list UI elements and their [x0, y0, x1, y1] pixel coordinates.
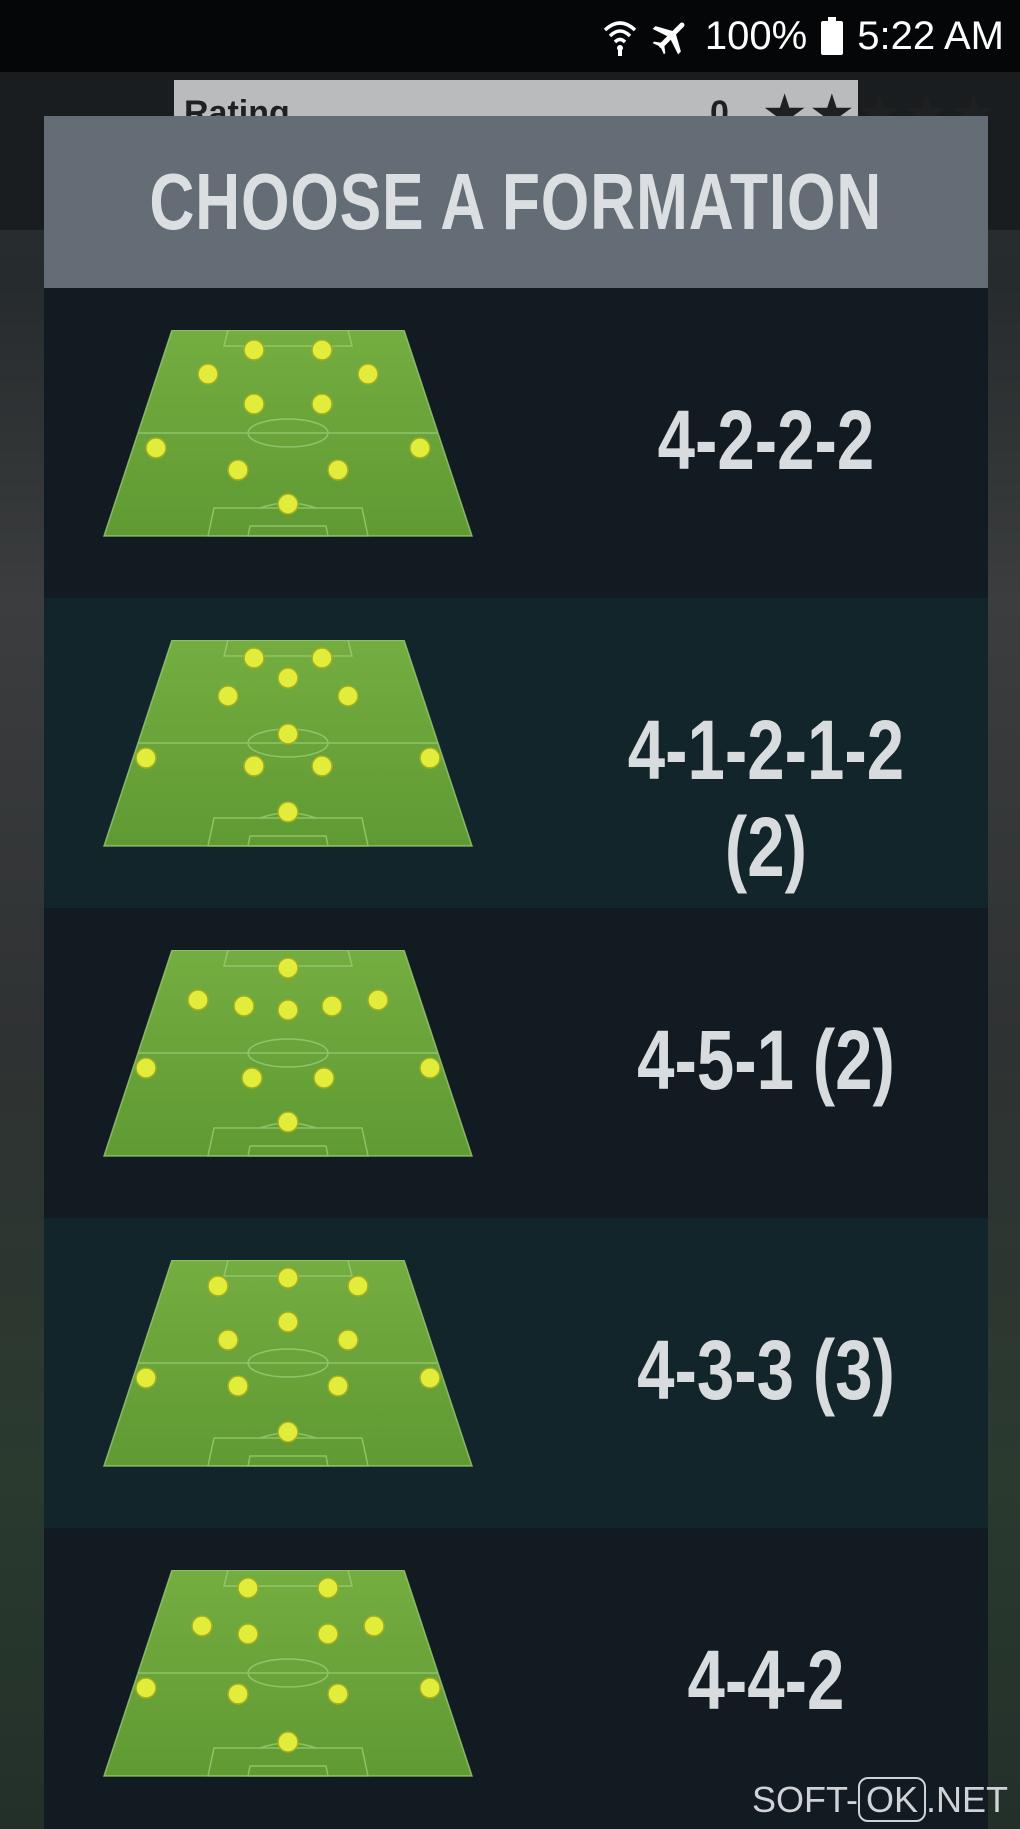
dialog-header: CHOOSE A FORMATION: [44, 116, 988, 288]
formation-pitch-icon: [103, 640, 473, 852]
formation-dialog: CHOOSE A FORMATION 4-2-2-2 4-1-2-1-2 (2)…: [44, 116, 988, 1829]
formation-option-4-5-1-2[interactable]: 4-5-1 (2): [44, 908, 988, 1218]
formation-option-4-2-2-2[interactable]: 4-2-2-2: [44, 288, 988, 598]
watermark-suffix: .NET: [925, 1779, 1008, 1820]
formation-label: 4-5-1 (2): [637, 1013, 895, 1107]
formation-label: 4-1-2-1-2 (2): [627, 703, 905, 894]
battery-percentage: 100%: [704, 13, 808, 58]
formation-pitch-icon: [103, 950, 473, 1162]
battery-icon: [821, 17, 844, 55]
formation-label: 4-4-2: [687, 1633, 845, 1727]
watermark-prefix: SOFT-: [751, 1779, 858, 1820]
status-bar: 100% 5:22 AM: [0, 0, 1020, 72]
formation-pitch-icon: [103, 1260, 473, 1472]
watermark-boxed: OK: [857, 1777, 926, 1822]
formation-label: 4-2-2-2: [657, 393, 875, 487]
dialog-title: CHOOSE A FORMATION: [149, 157, 883, 246]
airplane-mode-icon: [651, 16, 691, 56]
formation-label: 4-3-3 (3): [637, 1323, 895, 1417]
formation-option-4-3-3-3[interactable]: 4-3-3 (3): [44, 1218, 988, 1528]
watermark: SOFT- OK .NET: [751, 1777, 1008, 1822]
formation-pitch-icon: [103, 1570, 473, 1782]
wifi-icon: [603, 16, 637, 56]
formation-option-4-1-2-1-2-2[interactable]: 4-1-2-1-2 (2): [44, 598, 988, 908]
formation-pitch-icon: [103, 330, 473, 542]
clock: 5:22 AM: [857, 13, 1004, 58]
